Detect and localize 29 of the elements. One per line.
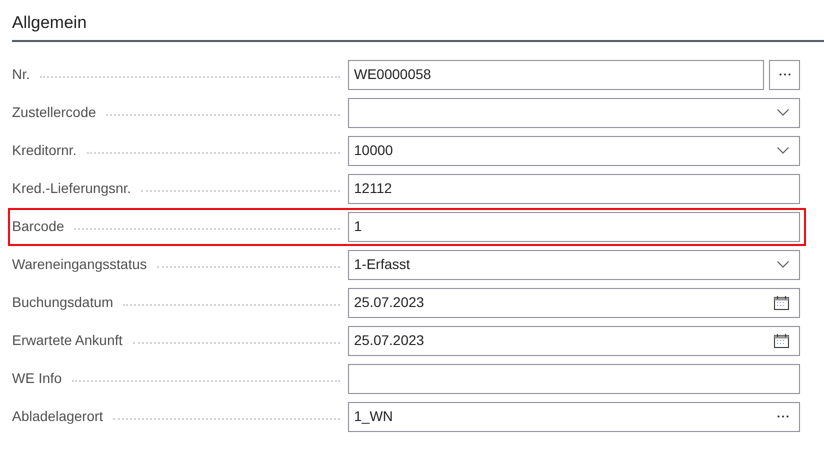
input-field[interactable]: 25.07.2023 xyxy=(348,288,800,318)
field-label: WE Info xyxy=(12,369,63,388)
field-label: Barcode xyxy=(12,217,66,236)
more-icon xyxy=(778,73,790,76)
field-label: Zustellercode xyxy=(12,103,98,122)
field-label: Abladelagerort xyxy=(12,407,104,426)
section-title: Allgemein xyxy=(12,10,824,42)
input-field[interactable]: 1 xyxy=(348,212,800,242)
input-field[interactable]: 12112 xyxy=(348,174,800,204)
field-label: Erwartete Ankunft xyxy=(12,331,124,350)
field-label: Nr. xyxy=(12,65,31,84)
dropdown-field[interactable] xyxy=(348,98,800,128)
calendar-icon xyxy=(774,296,789,310)
field-label: Kreditornr. xyxy=(12,141,78,160)
input-field[interactable]: 25.07.2023 xyxy=(348,326,800,356)
chevron-down-icon xyxy=(777,147,789,154)
lookup-button[interactable] xyxy=(769,60,800,90)
chevron-down-icon xyxy=(777,109,789,116)
field-label: Kred.-Lieferungsnr. xyxy=(12,179,132,198)
calendar-icon xyxy=(774,334,789,348)
input-field[interactable]: WE0000058 xyxy=(348,60,764,90)
field-label: Buchungsdatum xyxy=(12,293,114,312)
more-icon xyxy=(777,415,789,418)
field-label: Wareneingangsstatus xyxy=(12,255,148,274)
dropdown-field[interactable]: 10000 xyxy=(348,136,800,166)
chevron-down-icon xyxy=(777,261,789,268)
input-field[interactable]: 1_WN xyxy=(348,402,800,432)
input-field[interactable] xyxy=(348,364,800,394)
dropdown-field[interactable]: 1-Erfasst xyxy=(348,250,800,280)
